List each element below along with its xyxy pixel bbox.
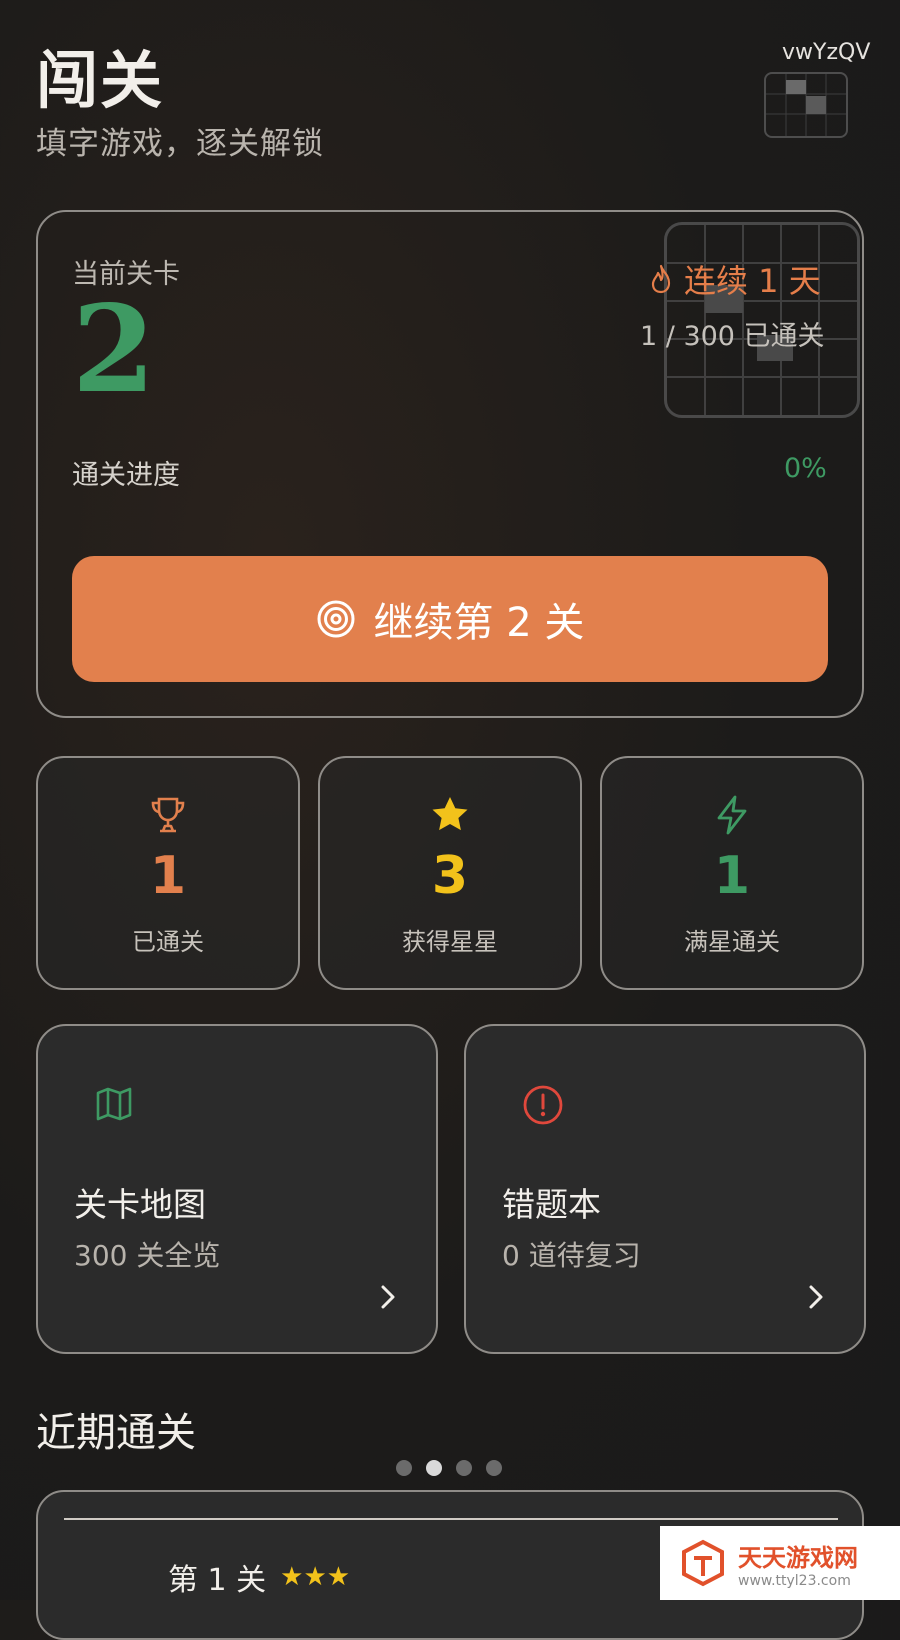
- star-icon: [432, 797, 468, 831]
- map-icon: [96, 1087, 132, 1121]
- watermark-logo-icon: [682, 1539, 724, 1587]
- recent-section-title: 近期通关: [36, 1410, 196, 1456]
- mistake-book-card[interactable]: 错题本 0 道待复习: [464, 1024, 866, 1354]
- continue-level-button[interactable]: 继续第 2 关: [72, 556, 828, 682]
- flame-icon: [651, 264, 671, 294]
- pager-dot-active[interactable]: [426, 1460, 442, 1476]
- watermark-name: 天天游戏网: [738, 1543, 858, 1572]
- progress-label: 通关进度: [72, 460, 180, 491]
- stat-stars-label: 获得星星: [402, 928, 498, 956]
- level-map-title: 关卡地图: [74, 1185, 206, 1224]
- user-id: vwYzQV: [782, 40, 871, 65]
- current-level-number: 2: [72, 279, 156, 420]
- stat-stars-value: 3: [431, 846, 469, 906]
- mistake-book-title: 错题本: [502, 1185, 601, 1224]
- recent-item-label: 第 1 关: [168, 1563, 267, 1598]
- pager-dot[interactable]: [396, 1460, 412, 1476]
- alert-icon: [523, 1085, 563, 1125]
- recent-item-stars: ★★★: [280, 1562, 351, 1592]
- chevron-right-icon: [381, 1285, 395, 1309]
- lightning-icon: [717, 795, 747, 835]
- stat-full-stars-value: 1: [713, 846, 751, 906]
- recent-item[interactable]: 第 1 关 ★★★: [168, 1555, 350, 1599]
- stat-passed: 1 已通关: [36, 756, 300, 990]
- page-subtitle: 填字游戏，逐关解锁: [36, 126, 324, 162]
- continue-label: 继续第 2 关: [373, 600, 585, 646]
- grid-avatar-icon: [766, 74, 846, 136]
- page-title: 闯关: [36, 44, 165, 117]
- stat-stars: 3 获得星星: [318, 756, 582, 990]
- watermark-url: www.ttyl23.com: [738, 1572, 851, 1589]
- level-map-card[interactable]: 关卡地图 300 关全览: [36, 1024, 438, 1354]
- stat-passed-value: 1: [149, 846, 187, 906]
- streak-badge: 连续 1 天: [648, 256, 821, 302]
- pager-dot[interactable]: [486, 1460, 502, 1476]
- stat-passed-label: 已通关: [132, 928, 204, 956]
- watermark: 天天游戏网 www.ttyl23.com: [660, 1526, 900, 1600]
- pager-dot[interactable]: [456, 1460, 472, 1476]
- progress-percent: 0%: [784, 453, 827, 484]
- level-map-subtitle: 300 关全览: [74, 1239, 221, 1272]
- stat-full-stars-label: 满星通关: [684, 928, 780, 956]
- mistake-book-subtitle: 0 道待复习: [502, 1239, 641, 1272]
- passed-total: 1 / 300 已通关: [640, 321, 825, 352]
- user-avatar-grid[interactable]: [764, 72, 848, 138]
- divider: [64, 1518, 838, 1520]
- stat-full-stars: 1 满星通关: [600, 756, 864, 990]
- trophy-icon: [151, 797, 185, 833]
- carousel-pager[interactable]: [396, 1460, 502, 1476]
- target-icon: [317, 600, 355, 638]
- chevron-right-icon: [809, 1285, 823, 1309]
- streak-text: 连续 1 天: [684, 262, 821, 300]
